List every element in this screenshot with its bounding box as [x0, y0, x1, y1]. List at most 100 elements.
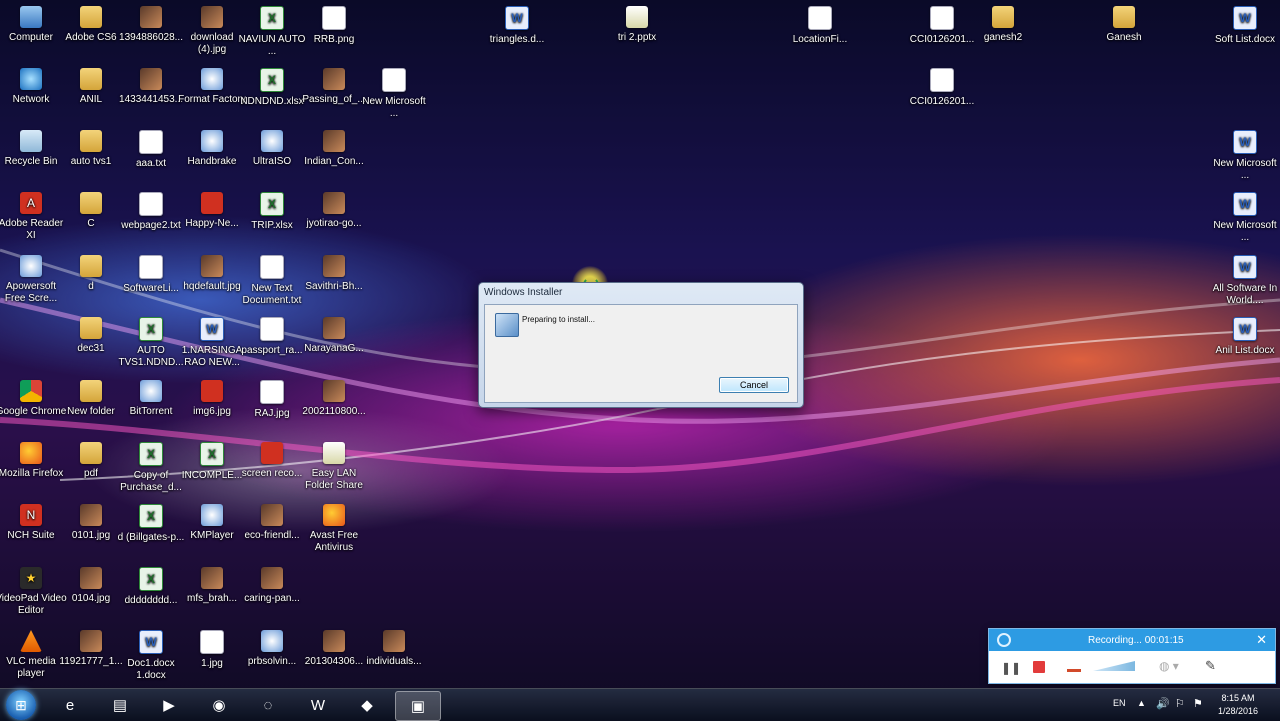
taskbar-media-player-icon[interactable]: ▶ — [147, 691, 191, 719]
desktop-icon-label: Anil List.docx — [1215, 345, 1275, 356]
file-icon — [322, 6, 346, 30]
clock[interactable]: 8:15 AM 1/28/2016 — [1214, 692, 1262, 718]
clock-date: 1/28/2016 — [1217, 706, 1259, 716]
file-icon: W — [1233, 130, 1257, 154]
taskbar-chrome-icon[interactable]: ◉ — [197, 691, 241, 719]
file-icon — [201, 255, 223, 277]
show-hidden-icons-icon[interactable]: ▲ — [1137, 698, 1146, 708]
file-icon — [260, 380, 284, 404]
desktop-icon[interactable]: Wtriangles.d... — [481, 6, 553, 46]
file-icon — [323, 130, 345, 152]
desktop-icon-label: Soft List.docx — [1214, 34, 1276, 45]
file-icon — [261, 504, 283, 526]
taskbar-installer-icon[interactable]: ▣ — [395, 691, 441, 721]
action-center-icon[interactable]: ⚑ — [1193, 697, 1203, 710]
taskbar-explorer-icon[interactable]: ▤ — [98, 691, 142, 719]
network-icon[interactable]: ⚐ — [1175, 697, 1185, 710]
desktop-icon-label: jyotirao-go... — [306, 218, 362, 229]
taskbar-ie-icon[interactable]: e — [48, 691, 92, 719]
file-icon — [80, 317, 102, 339]
file-icon — [323, 504, 345, 526]
taskbar-bittorrent-icon[interactable]: ◌ — [246, 691, 290, 719]
file-icon — [20, 255, 42, 277]
desktop-icon-label: 2002110800... — [302, 406, 366, 417]
desktop-icon-label: New Microsoft ... — [362, 96, 426, 119]
recorder-close-icon[interactable]: ✕ — [1256, 632, 1267, 648]
language-indicator[interactable]: EN — [1113, 698, 1126, 708]
file-icon — [139, 255, 163, 279]
desktop-icon[interactable]: caring-pan... — [236, 567, 308, 605]
file-icon — [323, 192, 345, 214]
desktop-icon[interactable]: RRB.png — [298, 6, 370, 46]
desktop-icon[interactable]: individuals... — [358, 630, 430, 668]
desktop-icon[interactable]: jyotirao-go... — [298, 192, 370, 230]
file-icon — [20, 442, 42, 464]
desktop-icon[interactable]: NarayanaG... — [298, 317, 370, 355]
desktop-icon[interactable]: LocationFi... — [784, 6, 856, 46]
file-icon — [140, 68, 162, 90]
speaker-icon[interactable]: 🔊 — [1156, 697, 1170, 710]
pause-icon[interactable]: ❚❚ — [1001, 661, 1021, 675]
desktop-icon[interactable]: Easy LAN Folder Share — [298, 442, 370, 492]
cancel-button[interactable]: Cancel — [719, 377, 789, 393]
webcam-icon[interactable]: ◍ ▾ — [1159, 659, 1179, 673]
desktop-icon-label: triangles.d... — [489, 34, 545, 45]
file-icon — [323, 442, 345, 464]
file-icon — [20, 630, 42, 652]
desktop-icon[interactable]: 2002110800... — [298, 380, 370, 418]
file-icon — [261, 630, 283, 652]
file-icon: W — [1233, 317, 1257, 341]
desktop-icon-label: RRB.png — [313, 34, 355, 45]
desktop-icon-label: LocationFi... — [792, 34, 848, 45]
desktop-icon[interactable]: W All Software In World.... — [1209, 255, 1280, 307]
desktop-icon-label: Indian_Con... — [304, 156, 364, 167]
file-icon — [20, 68, 42, 90]
file-icon: X — [260, 192, 284, 216]
file-icon: X — [139, 567, 163, 591]
desktop-icon-label: All Software In World.... — [1212, 283, 1278, 306]
desktop-icon[interactable]: W Soft List.docx — [1209, 6, 1280, 46]
file-icon — [80, 630, 102, 652]
file-icon — [201, 192, 223, 214]
taskbar-app-icon[interactable]: ◆ — [345, 691, 389, 719]
file-icon: W — [1233, 6, 1257, 30]
file-icon — [140, 380, 162, 402]
file-icon — [201, 504, 223, 526]
start-button[interactable]: ⊞ — [6, 690, 36, 720]
file-icon — [808, 6, 832, 30]
desktop-icon[interactable]: CCI0126201... — [906, 68, 978, 108]
file-icon: W — [1233, 192, 1257, 216]
desktop-icon[interactable]: Indian_Con... — [298, 130, 370, 168]
audio-level-icon[interactable] — [1067, 669, 1081, 672]
file-icon: N — [20, 504, 42, 526]
desktop-icon[interactable]: W New Microsoft ... — [1209, 192, 1280, 244]
desktop-icon[interactable]: W Anil List.docx — [1209, 317, 1280, 357]
desktop-icon[interactable]: Avast Free Antivirus — [298, 504, 370, 554]
desktop-icon[interactable]: New Microsoft ... — [358, 68, 430, 120]
desktop-icon[interactable]: tri 2.pptx — [601, 6, 673, 44]
file-icon — [80, 567, 102, 589]
file-icon — [1113, 6, 1135, 28]
file-icon: X — [139, 442, 163, 466]
file-icon — [139, 192, 163, 216]
desktop-icon[interactable]: ganesh2 — [967, 6, 1039, 44]
volume-slider[interactable] — [1093, 661, 1135, 671]
file-icon — [80, 442, 102, 464]
file-icon — [200, 630, 224, 654]
desktop-icon-label: New Microsoft ... — [1213, 158, 1277, 181]
desktop-icon[interactable]: W New Microsoft ... — [1209, 130, 1280, 182]
desktop-icon[interactable]: Ganesh — [1088, 6, 1160, 44]
file-icon: X — [139, 317, 163, 341]
file-icon — [261, 567, 283, 589]
desktop-icon[interactable]: Savithri-Bh... — [298, 255, 370, 293]
file-icon — [201, 68, 223, 90]
stop-icon[interactable] — [1033, 661, 1045, 673]
file-icon — [80, 255, 102, 277]
file-icon — [323, 68, 345, 90]
file-icon — [80, 130, 102, 152]
pen-icon[interactable]: ✎ — [1205, 658, 1216, 674]
taskbar-word-icon[interactable]: W — [296, 691, 340, 719]
file-icon — [20, 130, 42, 152]
clock-time: 8:15 AM — [1221, 693, 1255, 703]
file-icon: ★ — [20, 567, 42, 589]
